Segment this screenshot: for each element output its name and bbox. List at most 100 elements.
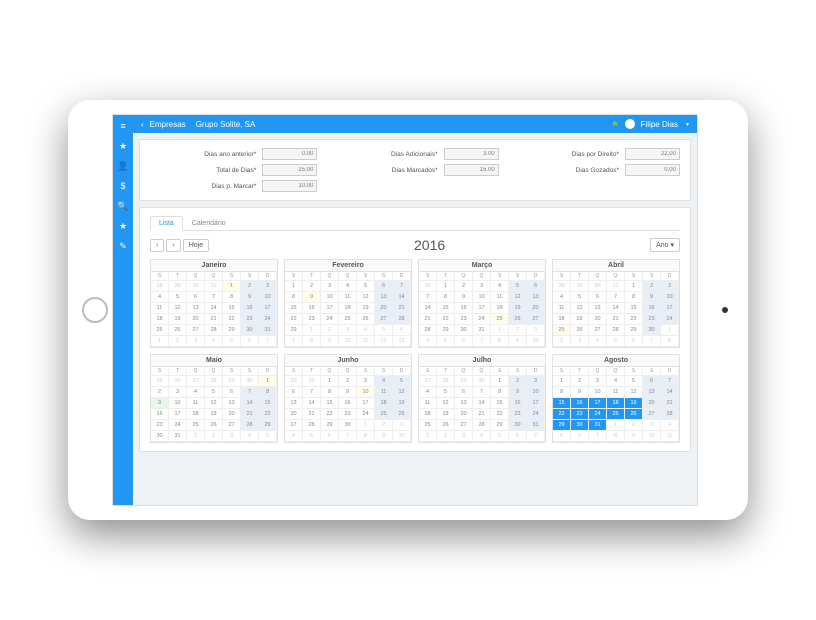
day-cell[interactable]: 15: [491, 398, 509, 409]
day-cell[interactable]: 1: [491, 376, 509, 387]
day-cell[interactable]: 28: [151, 281, 169, 292]
day-cell[interactable]: 9: [509, 336, 527, 347]
day-cell[interactable]: 10: [357, 387, 375, 398]
day-cell[interactable]: 20: [527, 303, 545, 314]
day-cell[interactable]: 9: [303, 292, 321, 303]
day-cell[interactable]: 6: [223, 387, 241, 398]
day-cell[interactable]: 4: [375, 376, 393, 387]
day-cell[interactable]: 17: [589, 398, 607, 409]
day-cell[interactable]: 8: [321, 387, 339, 398]
day-cell[interactable]: 7: [527, 431, 545, 442]
day-cell[interactable]: 15: [259, 398, 277, 409]
day-cell[interactable]: 27: [643, 409, 661, 420]
day-cell[interactable]: 4: [553, 292, 571, 303]
day-cell[interactable]: 9: [241, 292, 259, 303]
day-cell[interactable]: 22: [625, 314, 643, 325]
day-cell[interactable]: 6: [321, 431, 339, 442]
day-cell[interactable]: 20: [187, 314, 205, 325]
day-cell[interactable]: 31: [607, 281, 625, 292]
day-cell[interactable]: 27: [187, 376, 205, 387]
day-cell[interactable]: 6: [509, 431, 527, 442]
day-cell[interactable]: 29: [223, 325, 241, 336]
day-cell[interactable]: 4: [589, 336, 607, 347]
day-cell[interactable]: 21: [241, 409, 259, 420]
day-cell[interactable]: 1: [661, 325, 679, 336]
day-cell[interactable]: 3: [393, 420, 411, 431]
day-cell[interactable]: 25: [419, 420, 437, 431]
day-cell[interactable]: 2: [339, 376, 357, 387]
day-cell[interactable]: 19: [625, 398, 643, 409]
day-cell[interactable]: 4: [357, 325, 375, 336]
day-cell[interactable]: 2: [643, 281, 661, 292]
day-cell[interactable]: 31: [259, 325, 277, 336]
day-cell[interactable]: 1: [151, 336, 169, 347]
day-cell[interactable]: 18: [339, 303, 357, 314]
day-cell[interactable]: 10: [393, 431, 411, 442]
day-cell[interactable]: 30: [455, 325, 473, 336]
day-cell[interactable]: 16: [241, 303, 259, 314]
day-cell[interactable]: 18: [151, 314, 169, 325]
day-cell[interactable]: 8: [303, 336, 321, 347]
day-cell[interactable]: 26: [169, 325, 187, 336]
day-cell[interactable]: 6: [241, 336, 259, 347]
day-cell[interactable]: 24: [589, 409, 607, 420]
day-cell[interactable]: 19: [437, 409, 455, 420]
day-cell[interactable]: 6: [527, 281, 545, 292]
day-cell[interactable]: 24: [527, 409, 545, 420]
day-cell[interactable]: 11: [491, 292, 509, 303]
field-input[interactable]: [444, 148, 499, 160]
day-cell[interactable]: 3: [473, 281, 491, 292]
day-cell[interactable]: 30: [339, 420, 357, 431]
day-cell[interactable]: 13: [589, 303, 607, 314]
day-cell[interactable]: 19: [571, 314, 589, 325]
notification-icon[interactable]: ⚑: [611, 120, 618, 129]
day-cell[interactable]: 4: [285, 431, 303, 442]
day-cell[interactable]: 29: [259, 420, 277, 431]
day-cell[interactable]: 14: [419, 303, 437, 314]
day-cell[interactable]: 27: [419, 376, 437, 387]
day-cell[interactable]: 21: [419, 314, 437, 325]
day-cell[interactable]: 29: [321, 420, 339, 431]
day-cell[interactable]: 18: [419, 409, 437, 420]
day-cell[interactable]: 8: [491, 336, 509, 347]
field-input[interactable]: [444, 164, 499, 176]
day-cell[interactable]: 10: [527, 336, 545, 347]
day-cell[interactable]: 1: [607, 420, 625, 431]
day-cell[interactable]: 28: [437, 376, 455, 387]
day-cell[interactable]: 22: [491, 409, 509, 420]
day-cell[interactable]: 18: [607, 398, 625, 409]
dollar-icon[interactable]: $: [118, 181, 128, 191]
day-cell[interactable]: 24: [169, 420, 187, 431]
day-cell[interactable]: 6: [643, 376, 661, 387]
day-cell[interactable]: 22: [259, 409, 277, 420]
day-cell[interactable]: 30: [589, 281, 607, 292]
day-cell[interactable]: 4: [473, 431, 491, 442]
day-cell[interactable]: 8: [625, 292, 643, 303]
day-cell[interactable]: 5: [259, 431, 277, 442]
menu-icon[interactable]: ≡: [118, 121, 128, 131]
day-cell[interactable]: 1: [553, 376, 571, 387]
day-cell[interactable]: 8: [437, 292, 455, 303]
day-cell[interactable]: 7: [259, 336, 277, 347]
day-cell[interactable]: 10: [169, 398, 187, 409]
day-cell[interactable]: 31: [303, 376, 321, 387]
day-cell[interactable]: 23: [571, 409, 589, 420]
day-cell[interactable]: 31: [205, 281, 223, 292]
day-cell[interactable]: 7: [643, 336, 661, 347]
day-cell[interactable]: 10: [527, 387, 545, 398]
day-cell[interactable]: 13: [187, 303, 205, 314]
user-menu-caret-icon[interactable]: ▾: [686, 121, 689, 128]
day-cell[interactable]: 23: [339, 409, 357, 420]
day-cell[interactable]: 30: [187, 281, 205, 292]
day-cell[interactable]: 6: [393, 325, 411, 336]
day-cell[interactable]: 5: [205, 387, 223, 398]
prev-button[interactable]: ‹: [150, 239, 164, 252]
day-cell[interactable]: 16: [455, 303, 473, 314]
day-cell[interactable]: 11: [151, 303, 169, 314]
day-cell[interactable]: 28: [473, 420, 491, 431]
day-cell[interactable]: 29: [491, 420, 509, 431]
day-cell[interactable]: 3: [223, 431, 241, 442]
day-cell[interactable]: 20: [223, 409, 241, 420]
day-cell[interactable]: 27: [285, 420, 303, 431]
day-cell[interactable]: 8: [259, 387, 277, 398]
